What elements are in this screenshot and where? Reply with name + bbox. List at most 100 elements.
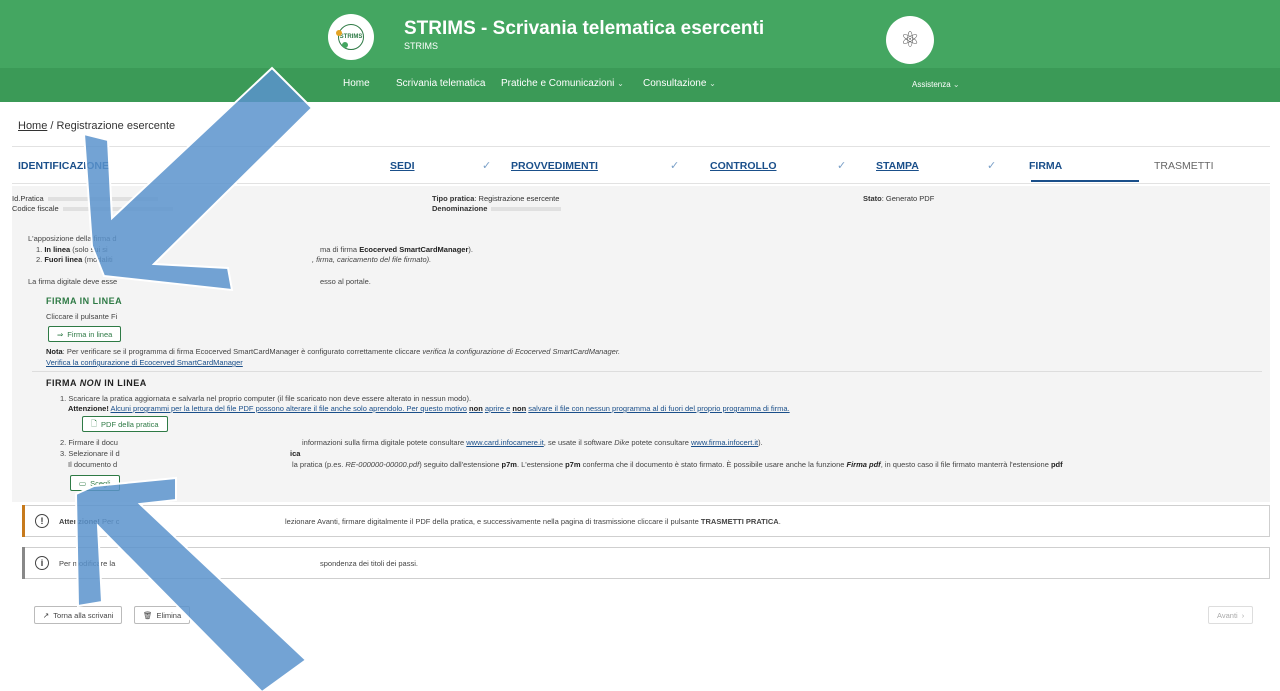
step-3-bold: ica: [290, 449, 301, 458]
firma-note: La firma digitale deve esse: [28, 277, 118, 286]
step-2-mid3: potete consultare: [631, 438, 689, 447]
step-3-detail5: , in questo caso il file firmato manterr…: [880, 460, 1049, 469]
nav-consultazione[interactable]: Consultazione ⌄: [643, 78, 716, 89]
offline-title-c: IN LINEA: [104, 378, 147, 388]
step-3-p7m: p7m: [501, 460, 517, 469]
nav-pratiche-label: Pratiche e Comunicazioni: [501, 78, 615, 89]
offline-step-3-detail-tail: la pratica (p.es. RE-000000-00000.pdf) s…: [292, 460, 1063, 469]
firma-non-in-linea-title: FIRMA NON IN LINEA: [46, 378, 147, 388]
nav-scrivania[interactable]: Scrivania telematica: [396, 78, 485, 89]
arrow-right-icon: ⇒: [57, 329, 64, 339]
pdf-pratica-button-label: PDF della pratica: [101, 419, 159, 429]
option-1-bold: In linea: [44, 245, 71, 254]
redacted-value: [62, 207, 173, 212]
verify-config-link[interactable]: Verifica la configurazione di Ecocerved …: [46, 358, 243, 367]
step-controllo[interactable]: CONTROLLO: [710, 160, 777, 172]
breadcrumb-separator: /: [50, 120, 54, 132]
step-trasmetti: TRASMETTI: [1154, 160, 1214, 172]
tipo-pratica-label: Tipo pratica: [432, 194, 475, 203]
app-title: STRIMS - Scrivania telematica esercenti: [404, 18, 765, 39]
option-1-end: ).: [468, 245, 473, 254]
chevron-down-icon: ⌄: [952, 80, 960, 89]
step-3-detail4: conferma che il documento è stato firmat…: [582, 460, 845, 469]
offline-warning-label: Attenzione!: [68, 404, 109, 413]
offline-step-1: 1. Scaricare la pratica aggiornata e sal…: [60, 394, 472, 403]
warning-message-tail: lezionare Avanti, firmare digitalmente i…: [285, 517, 781, 526]
option-1-text: (solo sui si: [72, 245, 108, 254]
stato-label: Stato: [863, 194, 882, 203]
pratica-info: Id.Pratica Codice fiscale Tipo pratica: …: [12, 186, 1270, 232]
firma-infocert-link[interactable]: www.firma.infocert.it: [691, 438, 758, 447]
check-icon: ✓: [987, 160, 997, 172]
info-message-tail: spondenza dei titoli dei passi.: [320, 559, 418, 568]
check-icon: ✓: [670, 160, 680, 172]
pdf-pratica-button[interactable]: 🗋 PDF della pratica: [82, 416, 168, 432]
step-sedi[interactable]: SEDI: [390, 160, 415, 172]
breadcrumb-home[interactable]: Home: [18, 120, 47, 132]
back-to-desk-label: Torna alla scrivani: [53, 610, 114, 620]
tipo-pratica-value: Registrazione esercente: [478, 194, 560, 203]
delete-button[interactable]: 🗑 Elimina: [134, 606, 191, 624]
main-nav: Home Scrivania telematica Pratiche e Com…: [0, 68, 1280, 102]
firma-option-2-tail: , firma, caricamento del file firmato).: [312, 255, 432, 264]
offline-warning: Attenzione! Alcuni programmi per la lett…: [68, 404, 790, 413]
firma-in-linea-hint: Cliccare il pulsante Fi: [46, 312, 118, 321]
strims-logo[interactable]: STRIMS: [328, 14, 374, 60]
next-button[interactable]: Avanti ›: [1208, 606, 1254, 624]
choose-file-button[interactable]: ▭ Scegli: [70, 475, 120, 491]
nav-assistenza-label: Assistenza: [912, 80, 951, 89]
step-2-dike: Dike: [614, 438, 630, 447]
offline-step-3: 3. Selezionare il d: [60, 449, 120, 458]
firma-intro: L'apposizione della firma d: [28, 234, 117, 243]
offline-step-2: 2. Firmare il docu: [60, 438, 118, 447]
warning-label: Attenzione!: [59, 517, 100, 526]
card-infocamere-link[interactable]: www.card.infocamere.it: [466, 438, 544, 447]
firma-option-1-tail: ma di firma Ecocerved SmartCardManager).: [320, 245, 473, 254]
step-3-detail2: ) seguito dall'estensione: [419, 460, 500, 469]
choose-file-button-label: Scegli: [90, 478, 111, 488]
firma-panel: L'apposizione della firma d 1. In linea …: [12, 232, 1270, 502]
offline-warning-text2: aprire e: [484, 404, 511, 413]
nav-pratiche[interactable]: Pratiche e Comunicazioni ⌄: [501, 78, 624, 89]
next-button-label: Avanti: [1217, 610, 1238, 620]
nota-body: : Per verificare se il programma di firm…: [62, 347, 421, 356]
chevron-right-icon: ›: [1241, 610, 1245, 620]
offline-warning-non-2: non: [512, 404, 527, 413]
denominazione-label: Denominazione: [432, 204, 488, 213]
emblem-icon: ⚛: [886, 16, 934, 64]
nav-home[interactable]: Home: [343, 78, 370, 89]
alert-edge: [22, 547, 25, 579]
step-3-pdf: pdf: [1050, 460, 1063, 469]
active-step-indicator: [1031, 180, 1139, 182]
app-header: STRIMS STRIMS - Scrivania telematica ese…: [0, 0, 1280, 68]
warning-text-b: lezionare Avanti, firmare digitalmente i…: [285, 517, 699, 526]
denominazione-field: Denominazione: [432, 204, 562, 213]
nav-assistenza[interactable]: Assistenza ⌄: [912, 80, 960, 89]
option-2-bold: Fuori linea: [44, 255, 83, 264]
step-2-mid2: , se usate il software: [543, 438, 613, 447]
offline-warning-text3: salvare il file con nessun programma al …: [528, 404, 790, 413]
app-subtitle: STRIMS: [404, 41, 439, 51]
step-provvedimenti[interactable]: PROVVEDIMENTI: [511, 160, 598, 172]
step-stampa[interactable]: STAMPA: [876, 160, 919, 172]
info-alert: i Per modificare la spondenza dei titoli…: [22, 547, 1270, 579]
step-3-example: RE-000000-00000.pdf: [345, 460, 420, 469]
check-icon: ✓: [837, 160, 847, 172]
step-3-mid: la pratica (p.es.: [292, 460, 344, 469]
step-2-mid: informazioni sulla firma digitale potete…: [302, 438, 465, 447]
firma-in-linea-title: FIRMA IN LINEA: [46, 296, 123, 306]
option-2-text: (modaliti: [84, 255, 113, 264]
check-icon: ✓: [482, 160, 492, 172]
step-identificazione[interactable]: IDENTIFICAZIONE: [18, 160, 109, 172]
step-firma[interactable]: FIRMA: [1029, 160, 1062, 172]
external-link-icon: ↗: [43, 610, 50, 620]
alert-edge: [22, 505, 25, 537]
stato-value: Generato PDF: [885, 194, 935, 203]
firma-in-linea-button-label: Firma in linea: [67, 329, 113, 339]
firma-note-end: esso al portale.: [320, 277, 371, 286]
offline-step-2-tail: informazioni sulla firma digitale potete…: [302, 438, 763, 447]
firma-in-linea-button[interactable]: ⇒ Firma in linea: [48, 326, 122, 342]
warning-text-a: Per c: [101, 517, 120, 526]
offline-warning-text: Alcuni programmi per la lettura del file…: [110, 404, 467, 413]
back-to-desk-button[interactable]: ↗ Torna alla scrivani: [34, 606, 123, 624]
